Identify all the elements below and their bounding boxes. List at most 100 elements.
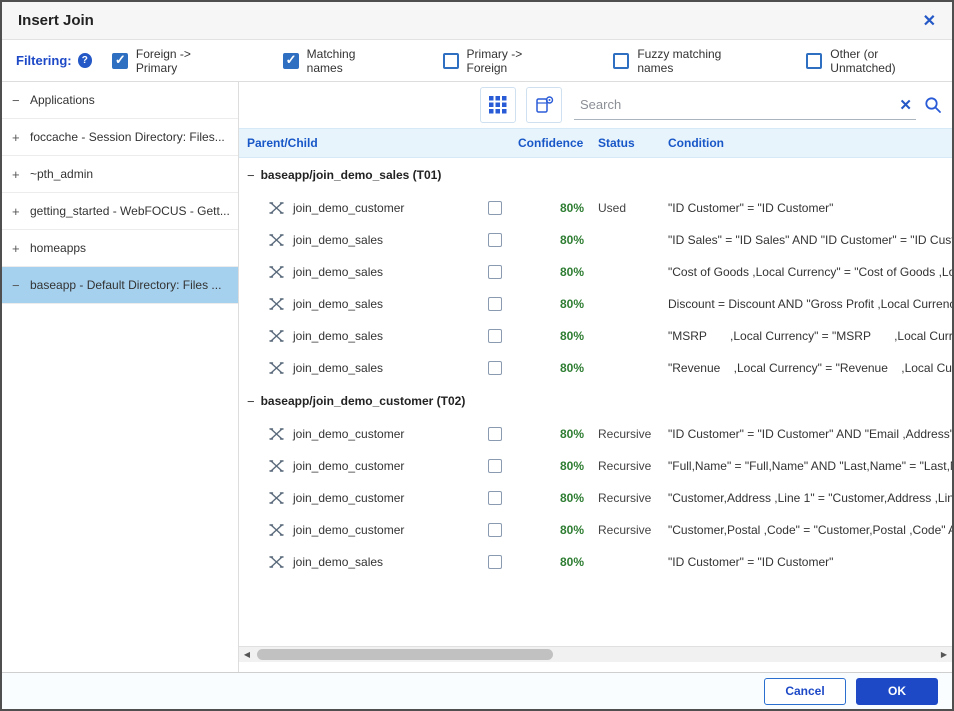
join-icon	[269, 234, 284, 246]
join-icon	[269, 492, 284, 504]
ok-button[interactable]: OK	[856, 678, 938, 705]
filter-checkbox-label: Matching names	[307, 47, 388, 75]
applications-tree: − Applications + foccache - Session Dire…	[2, 82, 239, 672]
group-collapse-icon[interactable]: −	[247, 394, 255, 409]
join-candidates-panel: ✕ Parent/Child Confidence Status Conditi…	[239, 82, 952, 672]
grid-view-button[interactable]	[480, 87, 516, 123]
table-row[interactable]: join_demo_customer 80% Recursive "Custom…	[239, 514, 952, 546]
scroll-left-arrow-icon[interactable]: ◀	[239, 647, 255, 662]
filter-checkbox[interactable]: Matching names	[283, 47, 388, 75]
cancel-button[interactable]: Cancel	[764, 678, 846, 705]
group-collapse-icon[interactable]: −	[247, 168, 255, 183]
filter-checkbox[interactable]: Fuzzy matching names	[613, 47, 751, 75]
row-checkbox[interactable]	[488, 265, 502, 279]
checkbox-icon[interactable]	[443, 53, 459, 69]
condition-value: "MSRP ,Local Currency" = "MSRP ,Local Cu…	[668, 329, 952, 343]
join-name: join_demo_sales	[293, 555, 383, 569]
close-icon[interactable]: ✕	[923, 11, 936, 31]
join-settings-button[interactable]	[526, 87, 562, 123]
filter-checkbox-label: Other (or Unmatched)	[830, 47, 938, 75]
scrollbar-thumb[interactable]	[257, 649, 553, 660]
join-name: join_demo_customer	[293, 523, 404, 537]
column-header-confidence[interactable]: Confidence	[518, 136, 598, 150]
condition-value: "ID Customer" = "ID Customer"	[668, 555, 952, 569]
tree-expander-icon[interactable]: −	[12, 278, 30, 293]
row-checkbox[interactable]	[488, 297, 502, 311]
condition-value: "ID Sales" = "ID Sales" AND "ID Customer…	[668, 233, 952, 247]
join-icon	[269, 460, 284, 472]
dialog-body: − Applications + foccache - Session Dire…	[2, 82, 952, 672]
table-group-row[interactable]: − baseapp/join_demo_customer (T02)	[239, 384, 952, 418]
column-header-condition[interactable]: Condition	[668, 136, 952, 150]
help-icon[interactable]: ?	[78, 53, 92, 68]
confidence-value: 80%	[518, 233, 598, 247]
table-row[interactable]: join_demo_sales 80% Discount = Discount …	[239, 288, 952, 320]
row-checkbox[interactable]	[488, 361, 502, 375]
checkbox-icon[interactable]	[112, 53, 128, 69]
table-row[interactable]: join_demo_customer 80% Recursive "ID Cus…	[239, 418, 952, 450]
row-checkbox[interactable]	[488, 459, 502, 473]
sidebar-tree-item[interactable]: − Applications	[2, 82, 238, 119]
sidebar-item-label: baseapp - Default Directory: Files ...	[30, 278, 221, 292]
table-row[interactable]: join_demo_sales 80% "Revenue ,Local Curr…	[239, 352, 952, 384]
sidebar-item-label: Applications	[30, 93, 95, 107]
join-icon	[269, 202, 284, 214]
table-row[interactable]: join_demo_sales 80% "ID Customer" = "ID …	[239, 546, 952, 578]
join-name: join_demo_customer	[293, 459, 404, 473]
clear-search-icon[interactable]: ✕	[895, 96, 916, 114]
filter-checkbox[interactable]: Primary -> Foreign	[443, 47, 559, 75]
sidebar-item-label: homeapps	[30, 241, 86, 255]
table-row[interactable]: join_demo_sales 80% "ID Sales" = "ID Sal…	[239, 224, 952, 256]
search-input[interactable]	[574, 93, 895, 116]
column-header-parent-child[interactable]: Parent/Child	[247, 136, 518, 150]
filter-checkbox-group: Foreign -> Primary Matching names Primar…	[112, 47, 938, 75]
join-name: join_demo_sales	[293, 361, 383, 375]
sidebar-tree-item[interactable]: + ~pth_admin	[2, 156, 238, 193]
join-icon	[269, 556, 284, 568]
status-value: Recursive	[598, 523, 668, 537]
sidebar-tree-item[interactable]: + foccache - Session Directory: Files...	[2, 119, 238, 156]
join-name: join_demo_sales	[293, 233, 383, 247]
scroll-right-arrow-icon[interactable]: ▶	[936, 647, 952, 662]
dialog-titlebar: Insert Join ✕	[2, 2, 952, 40]
row-checkbox[interactable]	[488, 427, 502, 441]
column-settings-icon	[534, 95, 554, 115]
join-name: join_demo_customer	[293, 201, 404, 215]
table-row[interactable]: join_demo_customer 80% Used "ID Customer…	[239, 192, 952, 224]
status-value: Recursive	[598, 459, 668, 473]
checkbox-icon[interactable]	[806, 53, 822, 69]
tree-expander-icon[interactable]: +	[12, 204, 30, 219]
row-checkbox[interactable]	[488, 201, 502, 215]
table-row[interactable]: join_demo_sales 80% "MSRP ,Local Currenc…	[239, 320, 952, 352]
table-header: Parent/Child Confidence Status Condition	[239, 128, 952, 158]
dialog-title: Insert Join	[18, 12, 94, 29]
horizontal-scrollbar[interactable]: ◀ ▶	[239, 646, 952, 662]
checkbox-icon[interactable]	[613, 53, 629, 69]
grid-icon	[489, 96, 507, 114]
row-checkbox[interactable]	[488, 523, 502, 537]
join-icon	[269, 524, 284, 536]
tree-expander-icon[interactable]: −	[12, 93, 30, 108]
column-header-status[interactable]: Status	[598, 136, 668, 150]
sidebar-tree-item[interactable]: + getting_started - WebFOCUS - Gett...	[2, 193, 238, 230]
table-row[interactable]: join_demo_sales 80% "Cost of Goods ,Loca…	[239, 256, 952, 288]
table-group-row[interactable]: − baseapp/join_demo_sales (T01)	[239, 158, 952, 192]
row-checkbox[interactable]	[488, 233, 502, 247]
filter-checkbox[interactable]: Foreign -> Primary	[112, 47, 228, 75]
join-name: join_demo_sales	[293, 297, 383, 311]
row-checkbox[interactable]	[488, 491, 502, 505]
tree-expander-icon[interactable]: +	[12, 241, 30, 256]
row-checkbox[interactable]	[488, 555, 502, 569]
sidebar-tree-item[interactable]: − baseapp - Default Directory: Files ...	[2, 267, 238, 304]
search-icon[interactable]	[924, 96, 942, 114]
row-checkbox[interactable]	[488, 329, 502, 343]
checkbox-icon[interactable]	[283, 53, 299, 69]
confidence-value: 80%	[518, 297, 598, 311]
table-row[interactable]: join_demo_customer 80% Recursive "Full,N…	[239, 450, 952, 482]
join-name: join_demo_sales	[293, 265, 383, 279]
table-row[interactable]: join_demo_customer 80% Recursive "Custom…	[239, 482, 952, 514]
filter-checkbox[interactable]: Other (or Unmatched)	[806, 47, 938, 75]
tree-expander-icon[interactable]: +	[12, 130, 30, 145]
sidebar-tree-item[interactable]: + homeapps	[2, 230, 238, 267]
tree-expander-icon[interactable]: +	[12, 167, 30, 182]
